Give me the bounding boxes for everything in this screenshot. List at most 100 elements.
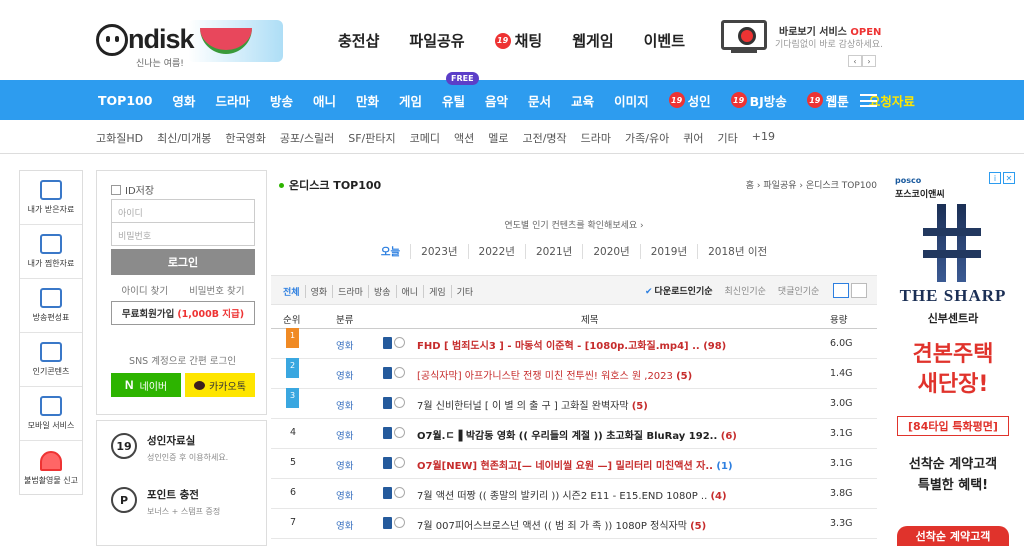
category-tab[interactable]: 기타 xyxy=(450,285,479,298)
year-tab[interactable]: 오늘 xyxy=(371,244,410,259)
subnav-item[interactable]: 최신/미개봉 xyxy=(157,130,211,146)
sidebar-item[interactable]: 불법촬영물 신고 xyxy=(20,441,82,495)
year-tab[interactable]: 2019년 xyxy=(639,244,697,259)
ondisk-logo[interactable]: ndisk 신나는 여름! xyxy=(96,18,286,69)
find-id-link[interactable]: 아이디 찾기 xyxy=(121,283,168,297)
category-tab[interactable]: 전체 xyxy=(283,285,305,298)
topnav-webgame[interactable]: 웹게임 xyxy=(572,30,613,51)
nav-item-7[interactable]: 유틸 xyxy=(442,91,465,110)
play-icon[interactable] xyxy=(394,457,405,468)
row-category[interactable]: 영화 xyxy=(336,488,353,502)
table-row[interactable]: 1 영화 FHD [ 범죄도시3 ] - 마동석 이준혁 - [1080p.고화질.… xyxy=(271,328,877,359)
row-title[interactable]: 7월 007피어스브로스넌 액션 (( 범 죄 가 족 )) 1080P 정식자… xyxy=(417,517,706,532)
close-icon[interactable]: ✕ xyxy=(1003,172,1015,184)
ad-banner[interactable]: i ✕ posco 포스코이앤씨 THE SHARP 신부센트라 견본주택 새단장… xyxy=(887,170,1019,546)
table-row[interactable]: 4 영화 O7월.ㄷ▐ 박감동 영화 (( 우리들의 계절 )) 초고화질 BluR… xyxy=(271,419,877,449)
row-category[interactable]: 영화 xyxy=(336,338,353,352)
sort-option[interactable]: 댓글인기순 xyxy=(778,284,819,297)
row-title[interactable]: 7월 신비한터널 [ 이 별 의 출 구 ] 고화질 완벽자막 (5) xyxy=(417,397,648,412)
year-tab[interactable]: 2021년 xyxy=(524,244,582,259)
adult-section-link[interactable]: 19 성인자료실 성인인증 후 이용하세요. xyxy=(111,433,261,463)
sidebar-item[interactable]: 내가 찜한자료 xyxy=(20,225,82,279)
row-category[interactable]: 영화 xyxy=(336,398,353,412)
play-icon[interactable] xyxy=(394,397,405,408)
sort-option[interactable]: 최신인기순 xyxy=(725,284,766,297)
table-row[interactable]: 6 영화 7월 액션 떠짱 (( 종말의 발키리 )) 시즌2 E11 - E15.… xyxy=(271,479,877,509)
subnav-item[interactable]: 퀴어 xyxy=(683,130,703,146)
row-category[interactable]: 영화 xyxy=(336,518,353,532)
subnav-item[interactable]: 공포/스릴러 xyxy=(280,130,334,146)
subnav-item[interactable]: 기타 xyxy=(717,130,737,146)
play-icon[interactable] xyxy=(394,367,405,378)
row-category[interactable]: 영화 xyxy=(336,428,353,442)
table-row[interactable]: 7 영화 7월 007피어스브로스넌 액션 (( 범 죄 가 족 )) 1080P … xyxy=(271,509,877,539)
subnav-item[interactable]: 멜로 xyxy=(488,130,508,146)
menu-icon[interactable] xyxy=(860,94,877,107)
remember-id-checkbox[interactable]: ID저장 xyxy=(111,182,154,197)
play-icon[interactable] xyxy=(394,487,405,498)
subnav-item[interactable]: +19 xyxy=(752,130,775,146)
play-icon[interactable] xyxy=(394,427,405,438)
topnav-event[interactable]: 이벤트 xyxy=(644,30,685,51)
nav-item-8[interactable]: 음악 xyxy=(485,91,508,110)
table-row[interactable]: 5 영화 O7월[NEW] 현존최고[— 네이비씰 요원 —] 밀리터리 미친액션 … xyxy=(271,449,877,479)
category-tab[interactable]: 애니 xyxy=(395,285,424,298)
year-hint[interactable]: 연도별 인기 컨텐츠를 확인해보세요 › xyxy=(271,218,877,231)
row-title[interactable]: [공식자막] 아프가니스탄 전쟁 미친 전투씬! 워호스 원 ,2023 (5) xyxy=(417,367,692,382)
nav-item-14[interactable]: 19 웹툰 xyxy=(806,91,849,110)
password-input[interactable]: 비밀번호 xyxy=(111,222,255,246)
row-category[interactable]: 영화 xyxy=(336,458,353,472)
subnav-item[interactable]: 한국영화 xyxy=(225,130,265,146)
category-tab[interactable]: 게임 xyxy=(423,285,451,298)
breadcrumb[interactable]: 홈 › 파일공유 › 온디스크 TOP100 xyxy=(746,178,877,191)
row-title[interactable]: FHD [ 범죄도시3 ] - 마동석 이준혁 - [1080p.고화질.mp4… xyxy=(417,337,726,352)
nav-item-0[interactable]: TOP100 xyxy=(98,93,152,108)
sort-option[interactable]: 다운로드인기순 xyxy=(645,284,713,297)
login-button[interactable]: 로그인 xyxy=(111,249,255,275)
nav-item-11[interactable]: 이미지 xyxy=(614,91,649,110)
subnav-item[interactable]: 고화질HD xyxy=(96,130,143,146)
nav-item-13[interactable]: 19 BJ방송 xyxy=(730,91,787,110)
naver-login-button[interactable]: N 네이버 xyxy=(111,373,181,397)
sidebar-item[interactable]: 방송편성표 xyxy=(20,279,82,333)
topnav-charge[interactable]: 충전샵 xyxy=(338,30,379,51)
grid-view-icon[interactable] xyxy=(851,283,867,298)
subnav-item[interactable]: 드라마 xyxy=(581,130,611,146)
category-tab[interactable]: 방송 xyxy=(367,285,396,298)
play-icon[interactable] xyxy=(394,337,405,348)
topnav-chat[interactable]: 19 채팅 xyxy=(494,30,542,51)
subnav-item[interactable]: 가족/유아 xyxy=(625,130,669,146)
subnav-item[interactable]: SF/판타지 xyxy=(348,130,395,146)
id-input[interactable]: 아이디 xyxy=(111,199,255,223)
year-tab[interactable]: 2018년 이전 xyxy=(697,244,777,259)
category-tab[interactable]: 영화 xyxy=(304,285,333,298)
row-title[interactable]: O7월[NEW] 현존최고[— 네이비씰 요원 —] 밀리터리 미친액션 자..… xyxy=(417,457,733,472)
ad-cta[interactable]: 선착순 계약고객 xyxy=(897,526,1009,546)
year-tab[interactable]: 2020년 xyxy=(582,244,639,259)
nav-item-6[interactable]: 게임 xyxy=(399,91,422,110)
nav-item-4[interactable]: 애니 xyxy=(313,91,336,110)
table-row[interactable]: 3 영화 7월 신비한터널 [ 이 별 의 출 구 ] 고화질 완벽자막 (5) 3.… xyxy=(271,388,877,419)
signup-button[interactable]: 무료회원가입 (1,000B 지급) xyxy=(111,301,255,325)
topnav-fileshare[interactable]: 파일공유 xyxy=(409,30,464,51)
subnav-item[interactable]: 코메디 xyxy=(410,130,440,146)
nav-item-1[interactable]: 영화 xyxy=(172,91,195,110)
year-tab[interactable]: 2022년 xyxy=(467,244,525,259)
nav-item-9[interactable]: 문서 xyxy=(528,91,551,110)
year-tab[interactable]: 2023년 xyxy=(410,244,467,259)
row-title[interactable]: 7월 액션 떠짱 (( 종말의 발키리 )) 시즌2 E11 - E15.END… xyxy=(417,487,727,502)
nav-item-10[interactable]: 교육 xyxy=(571,91,594,110)
prev-arrow-icon[interactable]: ‹ xyxy=(848,55,862,67)
nav-item-12[interactable]: 19 성인 xyxy=(668,91,711,110)
table-row[interactable]: 2 영화 [공식자막] 아프가니스탄 전쟁 미친 전투씬! 워호스 원 ,2023 … xyxy=(271,358,877,389)
find-password-link[interactable]: 비밀번호 찾기 xyxy=(189,283,244,297)
play-icon[interactable] xyxy=(394,517,405,528)
nav-item-5[interactable]: 만화 xyxy=(356,91,379,110)
row-category[interactable]: 영화 xyxy=(336,368,353,382)
point-charge-link[interactable]: P 포인트 충전 보너스 + 스탬프 증정 xyxy=(111,487,261,517)
list-view-icon[interactable] xyxy=(833,283,849,298)
subnav-item[interactable]: 액션 xyxy=(454,130,474,146)
ad-info-icon[interactable]: i xyxy=(989,172,1001,184)
kakao-login-button[interactable]: 카카오톡 xyxy=(185,373,255,397)
category-tab[interactable]: 드라마 xyxy=(332,285,368,298)
